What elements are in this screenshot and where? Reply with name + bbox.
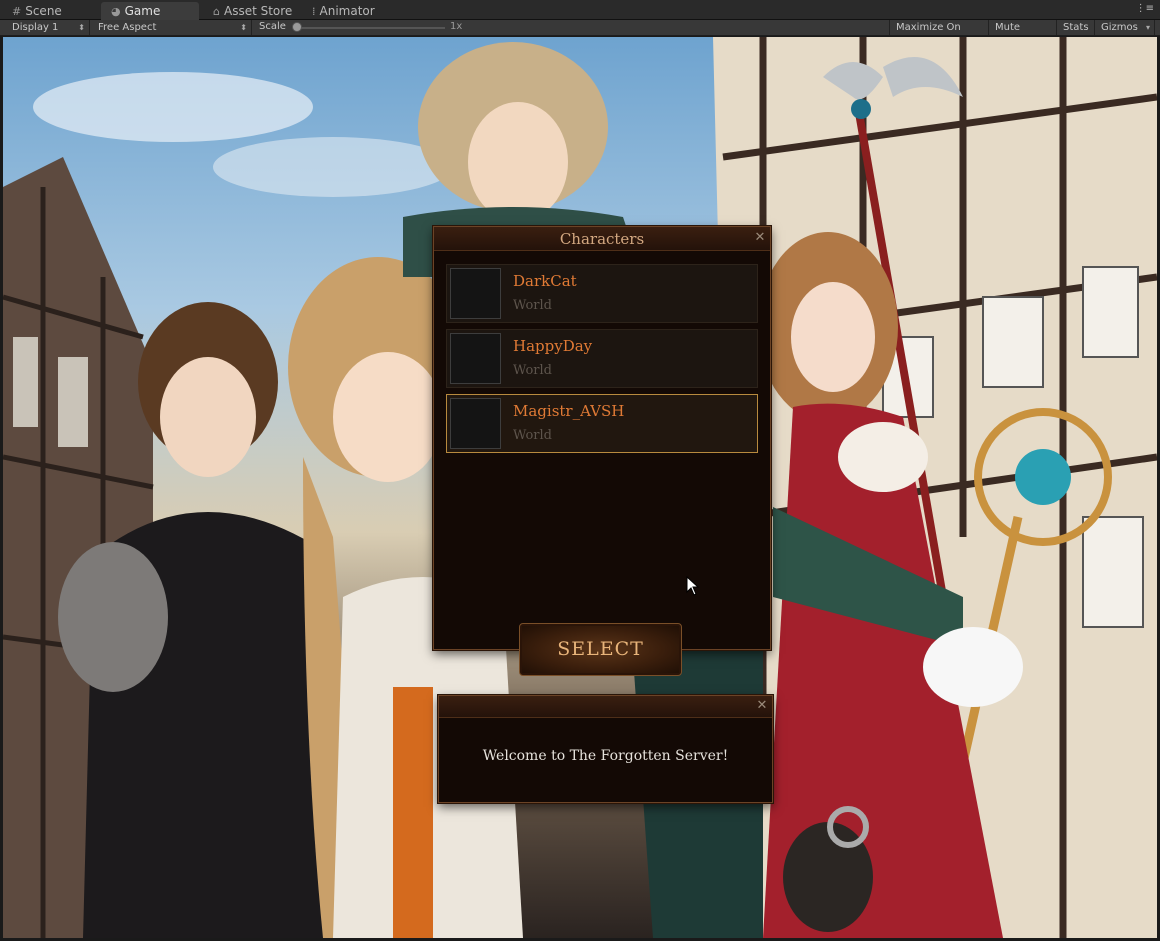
scale-value: 1x (450, 21, 463, 32)
stats-toggle[interactable]: Stats (1057, 20, 1095, 35)
character-item-selected[interactable]: Magistr_AVSH World (446, 394, 758, 453)
character-name: DarkCat (513, 272, 577, 290)
character-item[interactable]: HappyDay World (446, 329, 758, 388)
bag-icon: ⌂ (213, 5, 220, 18)
game-view-toolbar: Display 1 ⬍ Free Aspect ⬍ Scale 1x Maxim… (0, 20, 1160, 48)
character-world: World (513, 298, 552, 313)
editor-tab-bar: # Scene ◕ Game ⌂ Asset Store ⁞ Animator ⋮≡ (0, 0, 1160, 20)
tab-scene[interactable]: # Scene (2, 2, 98, 20)
character-name: HappyDay (513, 337, 593, 355)
dropdown-arrows-icon: ⬍ (78, 23, 85, 32)
character-item[interactable]: DarkCat World (446, 264, 758, 323)
display-dropdown[interactable]: Display 1 ⬍ (6, 20, 90, 35)
close-icon[interactable]: ✕ (753, 231, 767, 245)
character-avatar (450, 398, 501, 449)
message-window: ✕ Welcome to The Forgotten Server! (438, 695, 773, 803)
scale-slider-track[interactable] (297, 27, 445, 29)
dropdown-arrow-icon: ▾ (1145, 23, 1150, 32)
game-viewport[interactable]: Characters ✕ DarkCat World HappyDay Worl… (3, 37, 1157, 938)
dropdown-arrows-icon: ⬍ (240, 23, 247, 32)
select-button[interactable]: SELECT (519, 623, 682, 676)
aspect-dropdown[interactable]: Free Aspect ⬍ (92, 20, 252, 35)
animator-icon: ⁞ (312, 5, 316, 18)
characters-window-title: Characters (434, 227, 770, 251)
scale-label: Scale (259, 21, 286, 32)
maximize-on-play-toggle[interactable]: Maximize On Play (889, 20, 989, 48)
tab-options-icon[interactable]: ⋮≡ (1136, 3, 1154, 14)
mouse-cursor-icon (686, 576, 700, 596)
mute-audio-toggle[interactable]: Mute Audio (989, 20, 1057, 48)
scale-slider-thumb[interactable] (292, 22, 302, 32)
grid-icon: # (12, 5, 22, 18)
pacman-icon: ◕ (111, 5, 121, 18)
message-window-titlebar (439, 696, 772, 718)
characters-window: Characters ✕ DarkCat World HappyDay Worl… (433, 226, 771, 650)
gizmos-dropdown[interactable]: Gizmos ▾ (1095, 20, 1155, 35)
tab-animator[interactable]: ⁞ Animator (302, 2, 402, 20)
character-avatar (450, 268, 501, 319)
close-icon[interactable]: ✕ (755, 699, 769, 713)
character-world: World (513, 363, 552, 378)
welcome-message: Welcome to The Forgotten Server! (482, 748, 729, 764)
character-name: Magistr_AVSH (513, 402, 625, 420)
tab-asset-store[interactable]: ⌂ Asset Store (203, 2, 300, 20)
character-avatar (450, 333, 501, 384)
tab-game[interactable]: ◕ Game (101, 2, 199, 20)
character-world: World (513, 428, 552, 443)
